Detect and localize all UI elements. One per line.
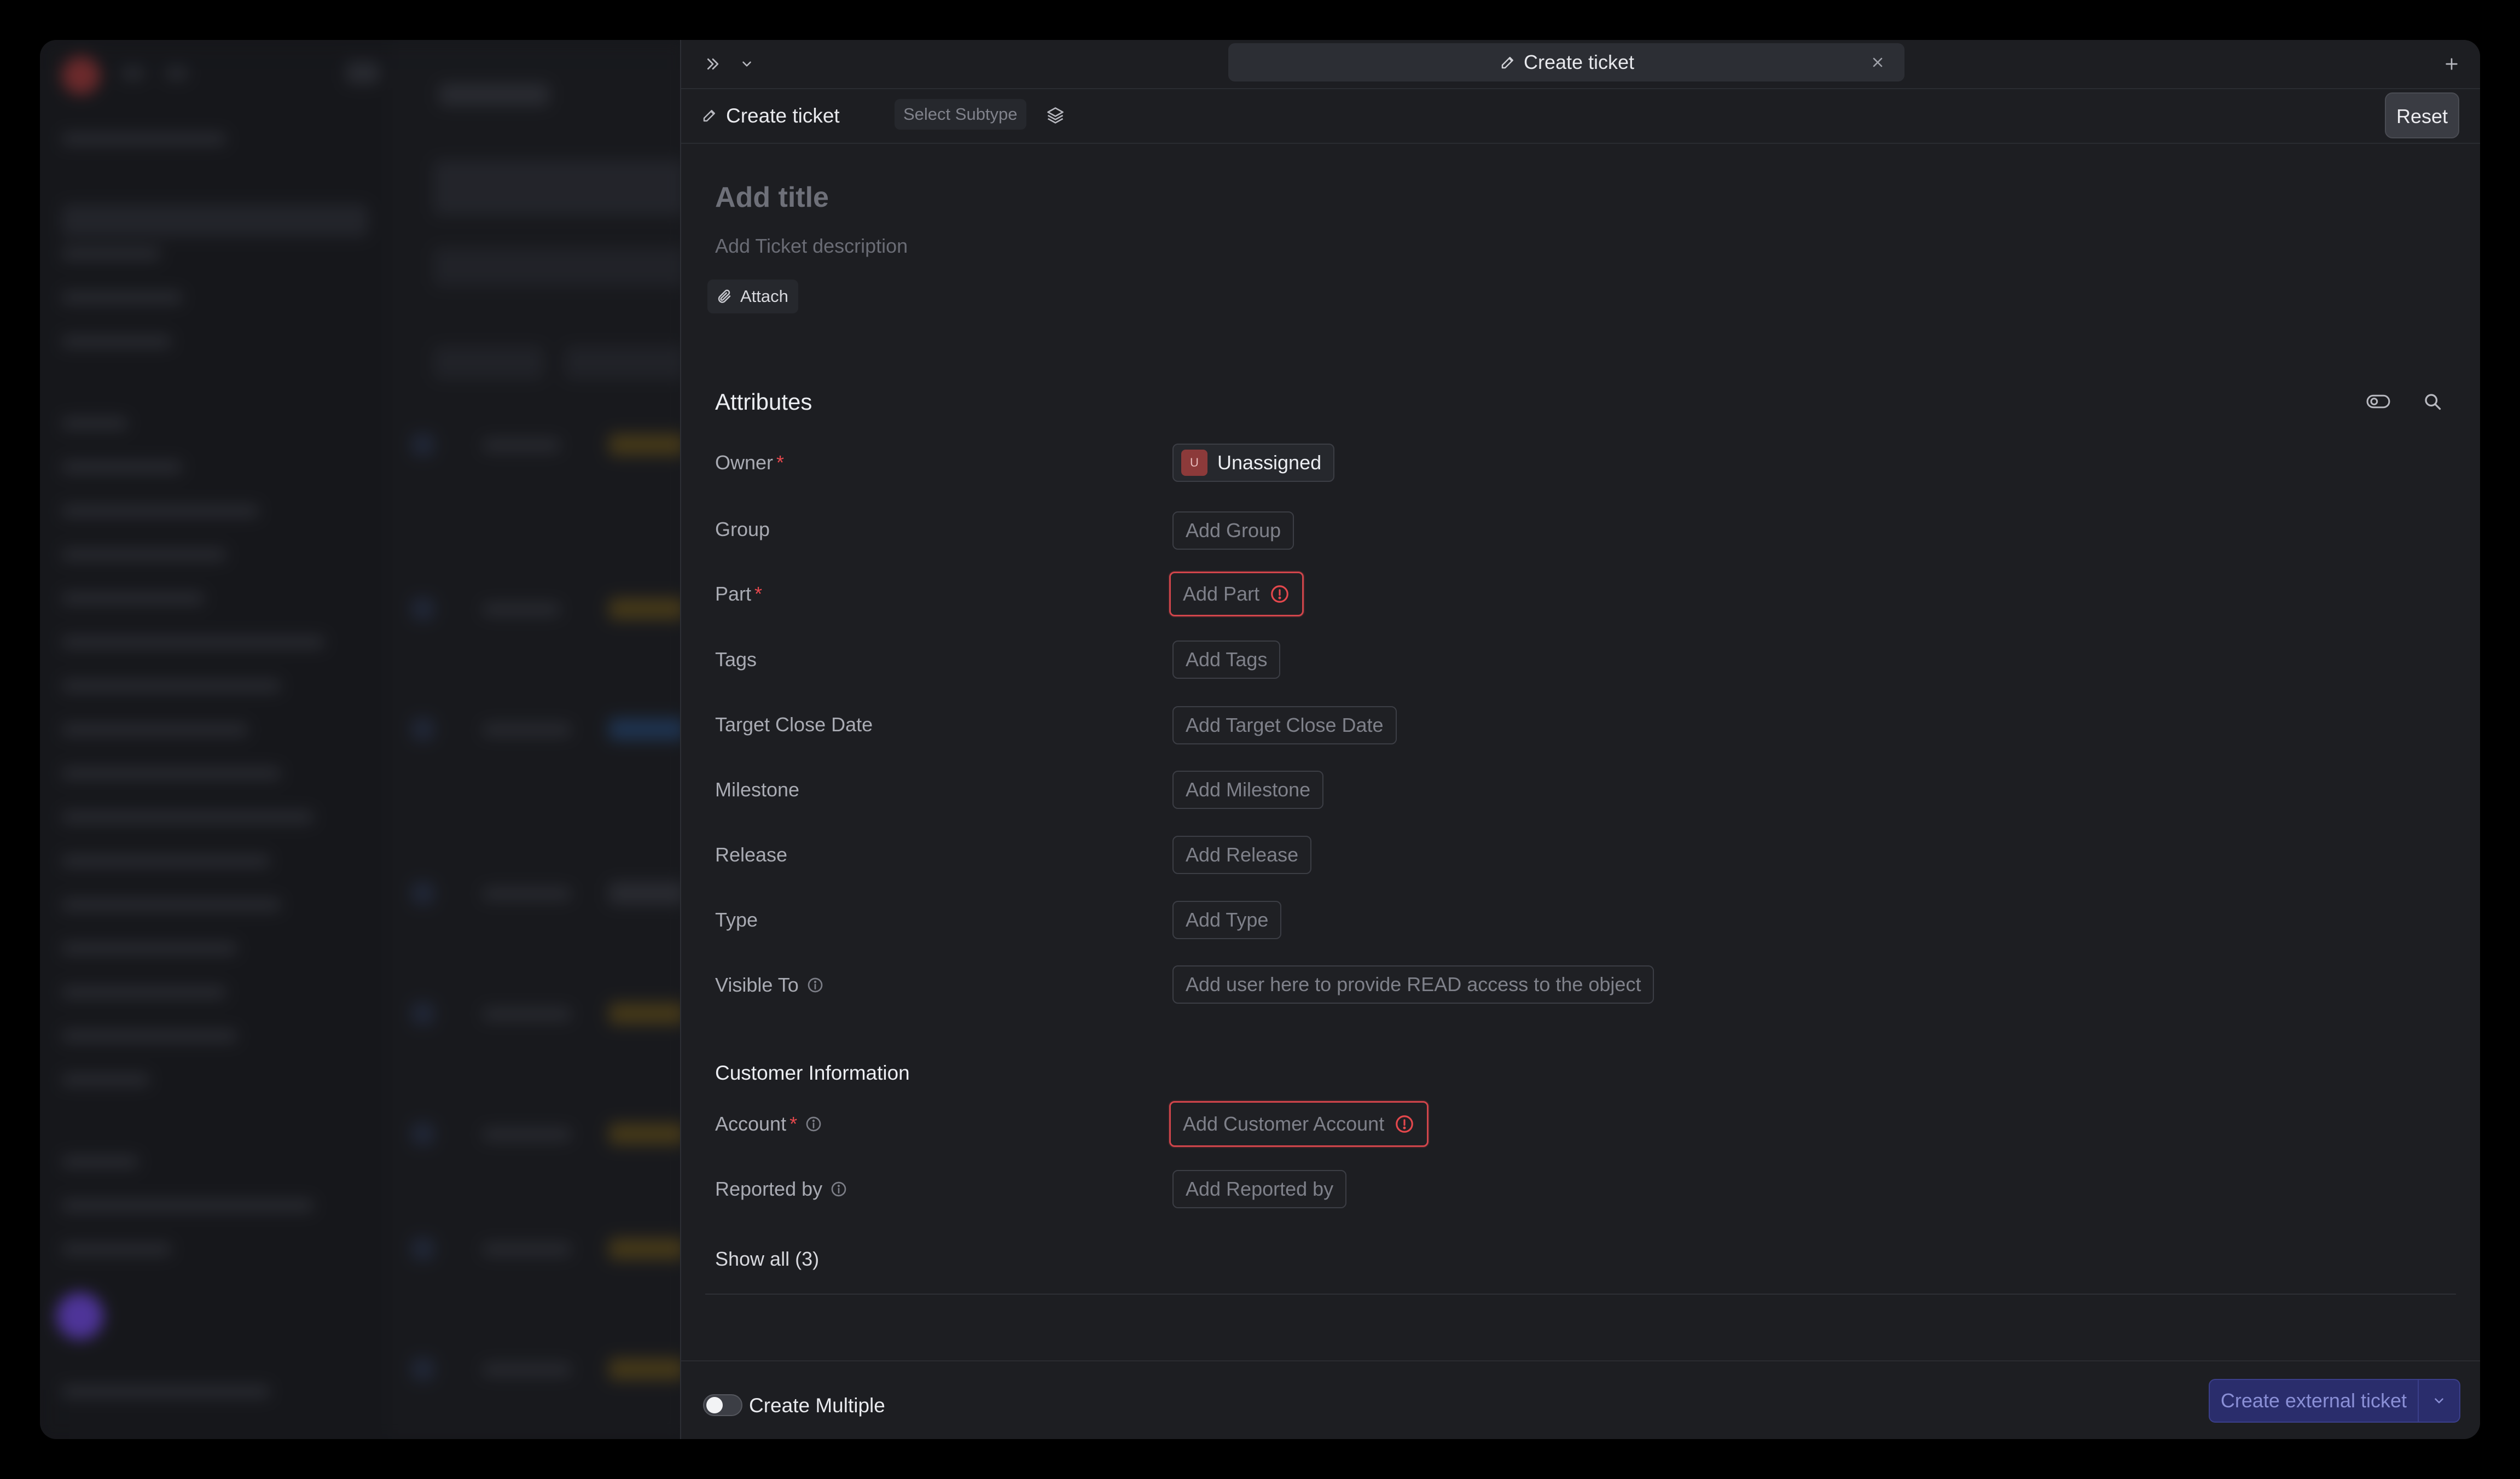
account-label: Account * xyxy=(715,1113,822,1136)
create-ticket-panel: Create ticket Create ticket Select Subty… xyxy=(680,40,2480,1439)
part-label-text: Part xyxy=(715,583,752,605)
visible-to-label: Visible To xyxy=(715,974,824,997)
title-input[interactable]: Add title xyxy=(715,181,829,214)
create-button-label[interactable]: Create external ticket xyxy=(2210,1380,2418,1422)
tags-label-text: Tags xyxy=(715,648,757,671)
panel-header: Create ticket Select Subtype Reset xyxy=(681,88,2480,144)
background-list xyxy=(390,40,686,1439)
toggle-icon[interactable] xyxy=(2363,388,2394,415)
owner-label: Owner * xyxy=(715,451,784,474)
reported-by-label-text: Reported by xyxy=(715,1178,823,1200)
create-multiple-toggle[interactable] xyxy=(703,1394,742,1416)
toggle-knob xyxy=(706,1397,723,1413)
layers-icon[interactable] xyxy=(1042,102,1069,129)
tab-label: Create ticket xyxy=(1523,51,1635,73)
type-label-text: Type xyxy=(715,909,758,931)
attributes-heading: Attributes xyxy=(715,389,812,415)
search-icon[interactable] xyxy=(2419,388,2446,415)
target-close-date-label: Target Close Date xyxy=(715,713,873,736)
visible-to-label-text: Visible To xyxy=(715,974,799,996)
part-label: Part * xyxy=(715,583,762,605)
reset-button[interactable]: Reset xyxy=(2385,92,2459,138)
milestone-field[interactable]: Add Milestone xyxy=(1172,771,1324,809)
required-marker: * xyxy=(776,451,785,474)
attach-button[interactable]: Attach xyxy=(707,280,798,313)
owner-label-text: Owner xyxy=(715,451,774,474)
owner-field[interactable]: U Unassigned xyxy=(1172,444,1335,482)
tab-strip: Create ticket xyxy=(681,40,2480,89)
plus-icon[interactable] xyxy=(2438,51,2465,77)
app-window: Create ticket Create ticket Select Subty… xyxy=(40,40,2480,1439)
part-field[interactable]: Add Part xyxy=(1169,572,1304,616)
create-external-ticket-button: Create external ticket xyxy=(2208,1379,2460,1423)
required-marker: * xyxy=(754,583,763,605)
reported-by-label: Reported by xyxy=(715,1178,847,1201)
part-placeholder: Add Part xyxy=(1183,583,1260,605)
description-input[interactable]: Add Ticket description xyxy=(715,235,908,258)
customer-information-heading: Customer Information xyxy=(715,1062,910,1084)
reported-by-field[interactable]: Add Reported by xyxy=(1172,1170,1347,1208)
required-marker: * xyxy=(789,1113,798,1135)
create-multiple-label: Create Multiple xyxy=(749,1394,885,1417)
divider xyxy=(705,1294,2456,1295)
close-icon[interactable] xyxy=(1867,52,1888,73)
info-icon[interactable] xyxy=(805,1115,822,1133)
edit-icon xyxy=(700,106,719,125)
attach-label: Attach xyxy=(740,287,788,306)
paperclip-icon xyxy=(715,287,734,306)
account-label-text: Account xyxy=(715,1113,787,1135)
show-all-link[interactable]: Show all (3) xyxy=(715,1248,819,1271)
milestone-label-text: Milestone xyxy=(715,778,800,801)
tags-field[interactable]: Add Tags xyxy=(1172,640,1281,679)
group-field[interactable]: Add Group xyxy=(1172,511,1294,550)
subtype-selector[interactable]: Select Subtype xyxy=(895,99,1026,130)
owner-value: Unassigned xyxy=(1217,451,1322,474)
tab-create-ticket[interactable]: Create ticket xyxy=(1228,43,1904,81)
edit-icon xyxy=(1499,53,1517,72)
chevron-down-icon[interactable] xyxy=(2418,1380,2459,1422)
page-title: Create ticket xyxy=(726,104,840,127)
alert-icon xyxy=(1394,1114,1415,1134)
milestone-label: Milestone xyxy=(715,778,799,801)
account-placeholder: Add Customer Account xyxy=(1183,1113,1385,1135)
type-label: Type xyxy=(715,909,758,931)
background-logo xyxy=(62,56,100,95)
group-label: Group xyxy=(715,518,770,541)
release-label: Release xyxy=(715,843,787,866)
background-app xyxy=(40,40,686,1439)
info-icon[interactable] xyxy=(806,976,824,994)
alert-icon xyxy=(1269,584,1290,604)
background-sidebar xyxy=(40,40,390,1439)
expand-icon[interactable] xyxy=(700,51,726,77)
release-field[interactable]: Add Release xyxy=(1172,836,1312,874)
tags-label: Tags xyxy=(715,648,757,671)
account-field[interactable]: Add Customer Account xyxy=(1169,1101,1429,1147)
avatar: U xyxy=(1181,450,1207,476)
release-label-text: Release xyxy=(715,843,788,866)
type-field[interactable]: Add Type xyxy=(1172,901,1282,939)
info-icon[interactable] xyxy=(830,1180,847,1198)
background-avatar xyxy=(56,1292,103,1340)
visible-to-field[interactable]: Add user here to provide READ access to … xyxy=(1172,965,1654,1004)
chevron-down-icon[interactable] xyxy=(736,51,758,77)
target-close-date-label-text: Target Close Date xyxy=(715,713,873,736)
group-label-text: Group xyxy=(715,518,770,540)
panel-footer: Create Multiple Create external ticket xyxy=(681,1360,2480,1439)
target-close-date-field[interactable]: Add Target Close Date xyxy=(1172,706,1397,744)
